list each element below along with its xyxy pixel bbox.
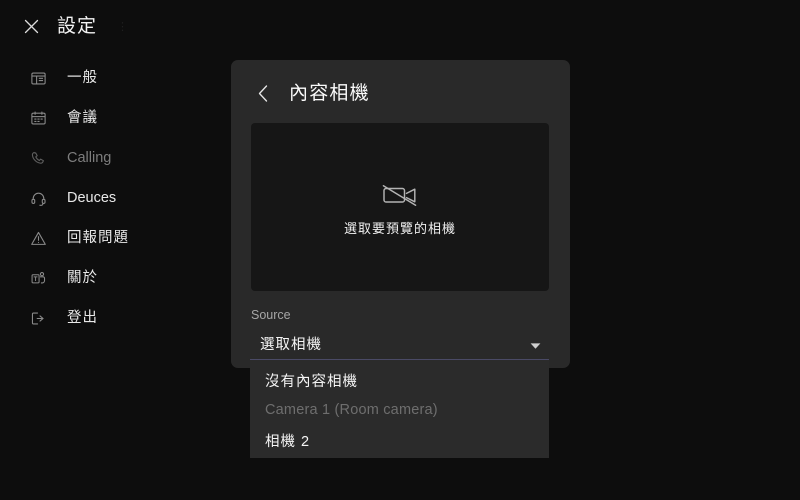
sign-out-icon xyxy=(29,309,47,327)
source-select[interactable]: 選取相機 xyxy=(250,330,550,361)
warning-icon xyxy=(29,229,47,247)
sidebar-item-calling[interactable]: Calling xyxy=(0,138,210,178)
sidebar-item-label: 會議 xyxy=(67,109,98,126)
chevron-down-icon xyxy=(530,342,541,350)
sidebar-item-label: 一般 xyxy=(67,69,98,86)
dropdown-option[interactable]: 相機 2 xyxy=(250,425,549,455)
preview-hint-text: 選取要預覽的相機 xyxy=(343,220,456,236)
titlebar: 設定 ⋮ xyxy=(0,0,800,52)
content-camera-panel: 內容相機 選取要預覽的相機 Source 選取相機 xyxy=(231,60,570,368)
sidebar-item-label: 回報問題 xyxy=(67,229,129,246)
calendar-icon xyxy=(29,109,47,127)
camera-preview-area: 選取要預覽的相機 xyxy=(251,123,549,291)
settings-sidebar: 一般 會議 Calling Deuces 回報問題 關於 登出 xyxy=(0,56,210,338)
back-button[interactable] xyxy=(250,80,276,106)
settings-window: 設定 ⋮ 一般 會議 Calling Deuces 回報問題 關於 登出 內容相… xyxy=(0,0,800,500)
sidebar-item-general[interactable]: 一般 xyxy=(0,58,210,98)
sidebar-item-report-issue[interactable]: 回報問題 xyxy=(0,218,210,258)
close-icon xyxy=(22,17,41,36)
teams-logo-icon xyxy=(29,269,47,287)
source-selected-value: 選取相機 xyxy=(260,337,322,354)
general-icon xyxy=(29,69,47,87)
sidebar-item-label: 登出 xyxy=(67,309,98,326)
camera-off-icon xyxy=(381,180,420,211)
panel-header: 內容相機 xyxy=(231,60,370,126)
dropdown-option: Camera 1 (Room camera) xyxy=(265,402,438,418)
sidebar-item-about[interactable]: 關於 xyxy=(0,258,210,298)
panel-title: 內容相機 xyxy=(289,82,370,104)
page-title: 設定 xyxy=(57,15,98,37)
sidebar-item-meetings[interactable]: 會議 xyxy=(0,98,210,138)
phone-icon xyxy=(29,149,47,167)
chevron-left-icon xyxy=(255,83,272,104)
close-button[interactable] xyxy=(14,9,48,43)
sidebar-item-label: Deuces xyxy=(67,189,117,206)
source-dropdown-list[interactable]: 沒有內容相機 Camera 1 (Room camera) 相機 2 xyxy=(250,359,549,458)
sidebar-item-devices[interactable]: Deuces xyxy=(0,178,210,218)
sidebar-item-sign-out[interactable]: 登出 xyxy=(0,298,210,338)
sidebar-item-label: Calling xyxy=(67,149,112,166)
source-label: Source xyxy=(251,308,291,322)
titlebar-overflow-dots: ⋮ xyxy=(117,20,130,33)
sidebar-item-label: 關於 xyxy=(67,269,98,286)
headset-icon xyxy=(29,189,47,207)
dropdown-option[interactable]: 沒有內容相機 xyxy=(250,365,549,395)
